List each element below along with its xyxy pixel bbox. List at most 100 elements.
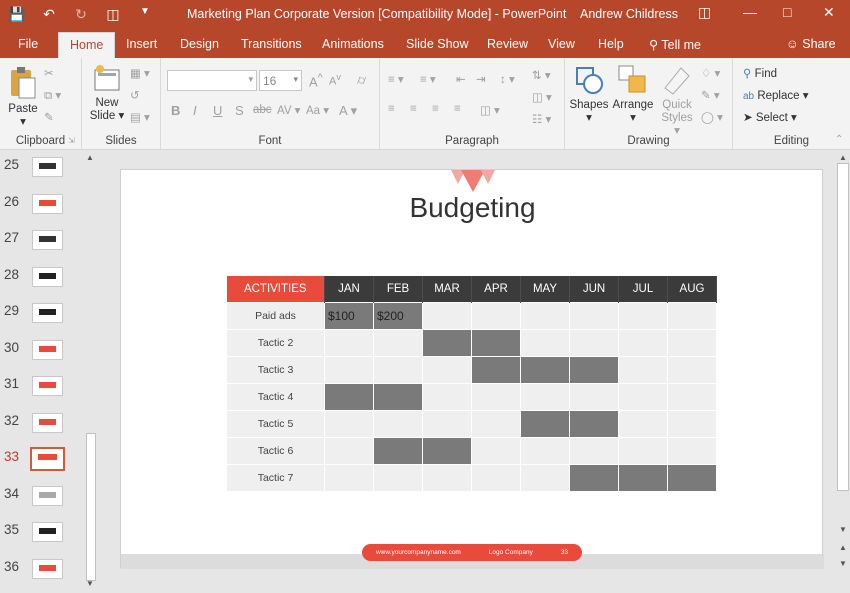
underline-icon[interactable]: U	[213, 103, 222, 118]
tab-file[interactable]: File	[18, 37, 38, 51]
gantt-cell[interactable]	[618, 301, 668, 330]
arrange-button[interactable]: Arrange ▾	[611, 64, 655, 125]
character-spacing-icon[interactable]: AV ▾	[277, 103, 300, 117]
gantt-cell[interactable]	[520, 409, 570, 438]
slide-title[interactable]: Budgeting	[121, 192, 824, 224]
strikethrough-icon[interactable]: abc	[253, 104, 272, 116]
gantt-cell[interactable]	[373, 436, 423, 465]
slide-thumbnail[interactable]: 32	[0, 407, 84, 441]
shape-outline-icon[interactable]: ✎ ▾	[701, 88, 720, 102]
font-size-input[interactable]: 16 ▾	[259, 70, 302, 91]
gantt-cell[interactable]	[471, 355, 521, 384]
thumbnail-scroll-thumb[interactable]	[86, 433, 96, 581]
clipboard-launcher-icon[interactable]: ⇲	[68, 136, 75, 145]
gantt-cell[interactable]	[324, 355, 374, 384]
minimize-button[interactable]: —	[743, 4, 757, 20]
tab-view[interactable]: View	[548, 37, 575, 51]
gantt-cell[interactable]	[422, 409, 472, 438]
gantt-cell[interactable]	[373, 328, 423, 357]
slide-thumbnail[interactable]: 25	[0, 151, 84, 185]
bullets-icon[interactable]: ≡ ▾	[388, 72, 404, 86]
line-spacing-icon[interactable]: ↕ ▾	[500, 72, 515, 86]
gantt-cell[interactable]	[618, 355, 668, 384]
gantt-cell[interactable]	[520, 436, 570, 465]
presenter-icon[interactable]: ◫	[104, 6, 122, 23]
gantt-cell[interactable]	[667, 463, 717, 492]
bold-icon[interactable]: B	[171, 103, 180, 118]
quick-styles-button[interactable]: Quick Styles ▾	[657, 64, 697, 138]
gantt-cell[interactable]	[422, 463, 472, 492]
align-center-icon[interactable]: ≡	[410, 103, 417, 115]
previous-slide-icon[interactable]: ▲	[839, 543, 847, 552]
gantt-cell[interactable]	[569, 328, 619, 357]
gantt-cell[interactable]	[422, 301, 472, 330]
gantt-cell[interactable]	[422, 328, 472, 357]
reset-icon[interactable]: ↺	[130, 88, 140, 102]
gantt-cell[interactable]	[373, 463, 423, 492]
tab-insert[interactable]: Insert	[126, 37, 157, 51]
gantt-cell[interactable]	[667, 382, 717, 411]
section-icon[interactable]: ▤ ▾	[130, 110, 150, 124]
slide-thumbnail[interactable]: 33	[0, 443, 84, 477]
slide-thumbnail[interactable]: 28	[0, 261, 84, 295]
horizontal-scrollbar[interactable]	[119, 572, 825, 586]
gantt-cell[interactable]	[373, 409, 423, 438]
gantt-cell[interactable]	[667, 328, 717, 357]
gantt-cell[interactable]	[667, 355, 717, 384]
gantt-cell[interactable]	[422, 436, 472, 465]
ribbon-display-options-icon[interactable]: ◫	[698, 4, 711, 21]
collapse-ribbon-icon[interactable]: ⌃	[835, 134, 843, 145]
tab-animations[interactable]: Animations	[322, 37, 384, 51]
gantt-cell[interactable]	[618, 463, 668, 492]
justify-icon[interactable]: ≡	[454, 103, 461, 115]
undo-icon[interactable]: ↶	[40, 6, 58, 23]
next-slide-icon[interactable]: ▼	[839, 559, 847, 568]
gantt-cell[interactable]	[520, 301, 570, 330]
layout-icon[interactable]: ▦ ▾	[130, 66, 150, 80]
slide-thumbnail[interactable]: 29	[0, 297, 84, 331]
slide-thumbnail[interactable]: 35	[0, 516, 84, 550]
gantt-cell[interactable]	[569, 301, 619, 330]
gantt-cell[interactable]	[569, 409, 619, 438]
gantt-cell[interactable]	[422, 382, 472, 411]
thumbnail-scrollbar[interactable]: ▲ ▼	[84, 151, 98, 593]
align-text-icon[interactable]: ◫ ▾	[532, 90, 552, 104]
close-button[interactable]: ✕	[823, 4, 835, 21]
gantt-cell[interactable]	[471, 436, 521, 465]
shape-fill-icon[interactable]: ♢ ▾	[701, 66, 720, 80]
font-color-icon[interactable]: A ▾	[339, 103, 357, 119]
font-name-input[interactable]: ▾	[167, 70, 257, 91]
gantt-cell[interactable]	[618, 328, 668, 357]
tab-home[interactable]: Home	[58, 32, 116, 58]
increase-font-icon[interactable]: A^	[309, 72, 323, 89]
gantt-cell[interactable]	[471, 382, 521, 411]
change-case-icon[interactable]: Aa ▾	[306, 103, 329, 117]
budget-gantt-table[interactable]: ACTIVITIES JAN FEB MAR APR MAY JUN JUL AUG Paid …	[226, 276, 717, 492]
columns-icon[interactable]: ◫ ▾	[480, 103, 500, 117]
gantt-cell[interactable]	[618, 436, 668, 465]
gantt-cell[interactable]	[471, 409, 521, 438]
scroll-down-icon[interactable]: ▼	[839, 525, 847, 534]
gantt-cell[interactable]	[324, 463, 374, 492]
maximize-button[interactable]: □	[783, 4, 791, 20]
gantt-cell[interactable]	[422, 355, 472, 384]
vertical-scroll-thumb[interactable]	[837, 163, 849, 491]
share-button[interactable]: ☺ Share	[786, 37, 836, 51]
gantt-cell[interactable]	[667, 409, 717, 438]
gantt-cell[interactable]	[324, 328, 374, 357]
gantt-cell[interactable]	[569, 382, 619, 411]
gantt-cell[interactable]	[373, 382, 423, 411]
vertical-scrollbar[interactable]: ▲ ▼ ▲ ▼	[836, 151, 850, 593]
gantt-cell[interactable]: $200	[373, 301, 423, 330]
decrease-font-icon[interactable]: Av	[329, 72, 341, 88]
gantt-cell[interactable]	[471, 328, 521, 357]
gantt-cell[interactable]: $100	[324, 301, 374, 330]
gantt-cell[interactable]	[569, 355, 619, 384]
increase-indent-icon[interactable]: ⇥	[476, 72, 486, 86]
save-icon[interactable]: 💾	[8, 6, 26, 23]
gantt-cell[interactable]	[471, 301, 521, 330]
align-left-icon[interactable]: ≡	[388, 103, 395, 115]
text-direction-icon[interactable]: ⇅ ▾	[532, 68, 551, 82]
shadow-icon[interactable]: S	[235, 103, 244, 118]
gantt-cell[interactable]	[373, 355, 423, 384]
